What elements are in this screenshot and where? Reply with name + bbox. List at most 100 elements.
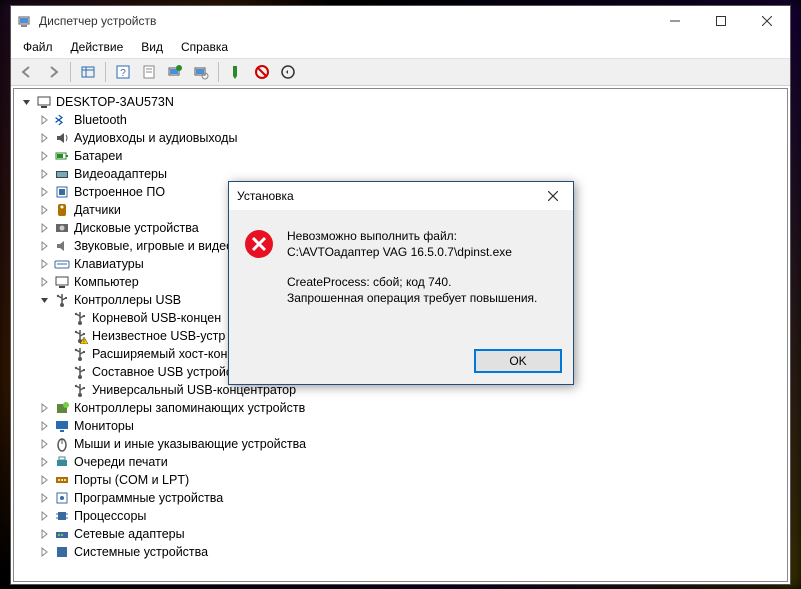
tree-root-label: DESKTOP-3AU573N [56, 93, 174, 111]
tree-category[interactable]: Системные устройства [20, 543, 781, 561]
port-icon [54, 472, 70, 488]
expand-icon[interactable] [38, 293, 52, 307]
sound-icon [54, 238, 70, 254]
tree-category[interactable]: Мониторы [20, 417, 781, 435]
expand-icon[interactable] [38, 221, 52, 235]
keyboard-icon [54, 256, 70, 272]
sensor-icon [54, 202, 70, 218]
tree-category-label: Программные устройства [74, 489, 223, 507]
expand-icon[interactable] [38, 257, 52, 271]
error-dialog: Установка Невозможно выполнить файл:C:\A… [228, 181, 574, 385]
expand-icon[interactable] [38, 113, 52, 127]
expand-icon[interactable] [38, 239, 52, 253]
tree-device-label: Расширяемый хост-кон [92, 345, 227, 363]
expand-icon[interactable] [38, 545, 52, 559]
expand-icon[interactable] [38, 203, 52, 217]
expand-icon[interactable] [38, 131, 52, 145]
dialog-title: Установка [237, 189, 294, 203]
network-icon [54, 526, 70, 542]
tree-category-label: Bluetooth [74, 111, 127, 129]
expand-icon[interactable] [38, 455, 52, 469]
tree-category[interactable]: Сетевые адаптеры [20, 525, 781, 543]
tree-category-label: Порты (COM и LPT) [74, 471, 189, 489]
svg-text:?: ? [120, 68, 126, 79]
expand-icon[interactable] [38, 419, 52, 433]
tree-device-label: Составное USB устройст [92, 363, 238, 381]
expand-icon[interactable] [20, 95, 34, 109]
dialog-titlebar[interactable]: Установка [229, 182, 573, 210]
usb-device-icon: ! [72, 328, 88, 344]
usb-device-icon [72, 382, 88, 398]
expand-icon[interactable] [38, 167, 52, 181]
toolbar-disable[interactable] [276, 60, 300, 84]
disk-icon [54, 220, 70, 236]
tree-category[interactable]: Аудиовходы и аудиовыходы [20, 129, 781, 147]
tree-category-label: Звуковые, игровые и видео [74, 237, 233, 255]
toolbar-update[interactable] [163, 60, 187, 84]
menu-file[interactable]: Файл [15, 38, 61, 56]
computer-icon [54, 274, 70, 290]
menubar: Файл Действие Вид Справка [11, 36, 790, 58]
error-icon [243, 228, 275, 260]
tree-category[interactable]: Батареи [20, 147, 781, 165]
toolbar-back[interactable] [15, 60, 39, 84]
toolbar: ? [11, 58, 790, 86]
expand-icon[interactable] [38, 275, 52, 289]
maximize-button[interactable] [698, 6, 744, 36]
tree-category-label: Сетевые адаптеры [74, 525, 185, 543]
tree-category-label: Процессоры [74, 507, 146, 525]
expand-icon[interactable] [38, 491, 52, 505]
bluetooth-icon [54, 112, 70, 128]
tree-category-label: Батареи [74, 147, 122, 165]
tree-category-label: Контроллеры запоминающих устройств [74, 399, 305, 417]
tree-category-label: Дисковые устройства [74, 219, 199, 237]
tree-category[interactable]: Программные устройства [20, 489, 781, 507]
tree-category[interactable]: Очереди печати [20, 453, 781, 471]
toolbar-enable[interactable] [224, 60, 248, 84]
toolbar-forward[interactable] [41, 60, 65, 84]
dialog-close-button[interactable] [533, 182, 573, 210]
tree-category[interactable]: Процессоры [20, 507, 781, 525]
firmware-icon [54, 184, 70, 200]
toolbar-uninstall[interactable] [250, 60, 274, 84]
tree-category-label: Встроенное ПО [74, 183, 165, 201]
window-title: Диспетчер устройств [39, 14, 156, 28]
video-icon [54, 166, 70, 182]
tree-category-label: Клавиатуры [74, 255, 144, 273]
menu-help[interactable]: Справка [173, 38, 236, 56]
mouse-icon [54, 436, 70, 452]
tree-category[interactable]: Bluetooth [20, 111, 781, 129]
toolbar-help[interactable]: ? [111, 60, 135, 84]
tree-category-label: Аудиовходы и аудиовыходы [74, 129, 237, 147]
ok-button[interactable]: OK [475, 350, 561, 372]
titlebar[interactable]: Диспетчер устройств [11, 6, 790, 36]
tree-device-label: Неизвестное USB-устр [92, 327, 225, 345]
tree-category[interactable]: Контроллеры запоминающих устройств [20, 399, 781, 417]
tree-category-label: Очереди печати [74, 453, 168, 471]
storage-icon [54, 400, 70, 416]
tree-category[interactable]: Порты (COM и LPT) [20, 471, 781, 489]
tree-category-label: Контроллеры USB [74, 291, 181, 309]
close-button[interactable] [744, 6, 790, 36]
expand-icon[interactable] [38, 149, 52, 163]
expand-icon[interactable] [38, 401, 52, 415]
expand-icon[interactable] [38, 437, 52, 451]
expand-icon[interactable] [38, 509, 52, 523]
menu-action[interactable]: Действие [63, 38, 132, 56]
tree-category-label: Компьютер [74, 273, 139, 291]
toolbar-properties[interactable] [137, 60, 161, 84]
expand-icon[interactable] [38, 185, 52, 199]
battery-icon [54, 148, 70, 164]
monitor-icon [54, 418, 70, 434]
tree-category[interactable]: Мыши и иные указывающие устройства [20, 435, 781, 453]
tree-root[interactable]: DESKTOP-3AU573N [20, 93, 781, 111]
menu-view[interactable]: Вид [133, 38, 171, 56]
toolbar-show-hidden[interactable] [76, 60, 100, 84]
usb-icon [54, 292, 70, 308]
expand-icon[interactable] [38, 527, 52, 541]
expand-icon[interactable] [38, 473, 52, 487]
app-icon [17, 13, 33, 29]
minimize-button[interactable] [652, 6, 698, 36]
toolbar-scan[interactable] [189, 60, 213, 84]
dialog-message: Невозможно выполнить файл:C:\AVTOадаптер… [287, 228, 537, 330]
